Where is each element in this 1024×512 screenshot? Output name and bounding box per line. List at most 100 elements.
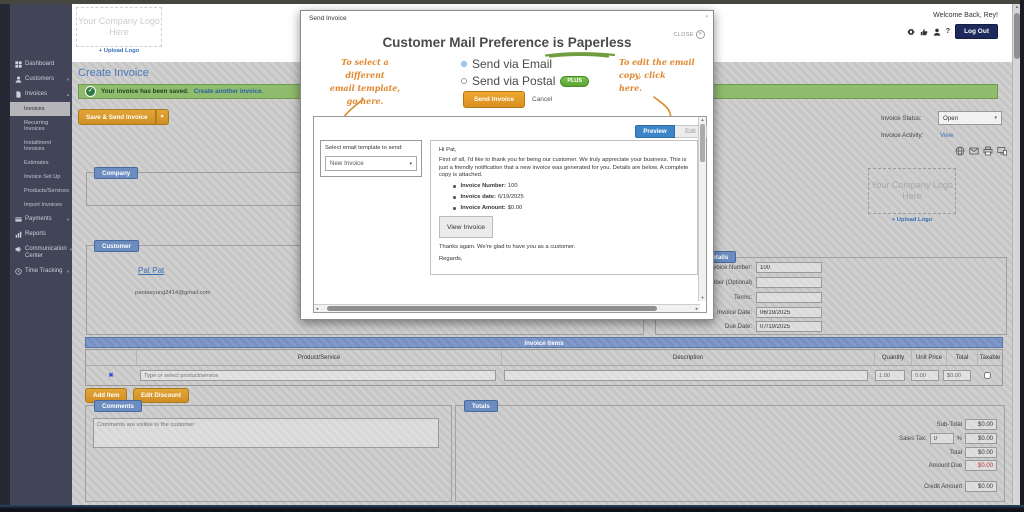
credit-amount-label: Credit Amount (924, 484, 962, 490)
save-send-invoice-label[interactable]: Save & Send Invoice (78, 109, 156, 125)
credit-amount-row: Credit Amount $0.00 (924, 481, 997, 492)
terms-input[interactable] (756, 292, 822, 303)
panel-horizontal-scrollbar[interactable]: ◄ ► (314, 304, 700, 312)
invoice-date-input[interactable] (756, 307, 822, 318)
cancel-link[interactable]: Cancel (532, 96, 552, 103)
logout-button[interactable]: Log Out (955, 24, 998, 39)
submenu-item-installment-invoices[interactable]: Installment Invoices (10, 136, 72, 156)
invoice-action-icons (955, 146, 1007, 156)
modal-resize-icon[interactable]: ▾ (705, 14, 708, 20)
send-via-email-label: Send via Email (472, 57, 552, 71)
email-icon[interactable] (969, 146, 979, 156)
invoice-upload-logo-link[interactable]: + Upload Logo (868, 217, 956, 223)
sales-tax-input[interactable] (930, 433, 954, 444)
chevron-down-icon: ▾ (67, 76, 69, 83)
product-service-input[interactable] (140, 370, 496, 381)
email-bullets: Invoice Number:100 Invoice date:6/19/202… (453, 181, 524, 214)
customer-section-tab: Customer (94, 240, 139, 252)
chevron-down-icon: ▾ (409, 161, 412, 167)
send-invoice-button[interactable]: Send Invoice (463, 91, 525, 108)
view-invoice-button[interactable]: View Invoice (439, 216, 493, 238)
submenu-item-invoice-set-up[interactable]: Invoice Set Up (10, 170, 72, 184)
annotation-right: To edit the email copy, click here. (619, 56, 699, 95)
sidebar-item-time-tracking[interactable]: Time Tracking ▾ (10, 264, 72, 279)
card-icon (15, 216, 22, 223)
total-label: Total (949, 450, 962, 456)
submenu-item-recurring-invoices[interactable]: Recurring Invoices (10, 116, 72, 136)
taxable-checkbox[interactable] (984, 372, 991, 379)
gear-icon[interactable] (907, 28, 915, 36)
credit-amount-value: $0.00 (965, 481, 997, 492)
send-via-email-option[interactable]: Send via Email (461, 57, 589, 71)
person-icon[interactable] (933, 28, 941, 36)
template-select-label: Select email template to send: (325, 145, 403, 151)
sidebar-item-payments[interactable]: Payments ▾ (10, 212, 72, 227)
upload-logo-link[interactable]: + Upload Logo (76, 48, 162, 54)
submenu-item-products-services[interactable]: Products/Services (10, 184, 72, 198)
invoice-activity-label: Invoice Activity: (881, 132, 923, 139)
chevron-down-icon: ▾ (67, 216, 69, 223)
quantity-input[interactable] (875, 370, 905, 381)
bullet-icon (453, 196, 456, 199)
preview-button[interactable]: Preview (635, 125, 675, 138)
person-icon (15, 76, 22, 83)
template-select-box: Select email template to send: New Invoi… (320, 140, 422, 177)
printer-icon[interactable] (983, 146, 993, 156)
save-send-caret-icon[interactable]: ▼ (156, 109, 169, 125)
window-right-edge (1020, 0, 1024, 512)
due-date-input[interactable] (756, 321, 822, 332)
company-logo-placeholder: Your Company Logo Here (76, 7, 162, 47)
sales-tax-label: Sales Tax: (899, 436, 927, 442)
thumbs-up-icon[interactable] (920, 28, 928, 36)
unit-price-input[interactable] (911, 370, 939, 381)
chevron-down-icon: ▾ (67, 268, 69, 275)
sidebar-item-reports[interactable]: Reports (10, 227, 72, 242)
comments-textarea[interactable] (93, 418, 439, 448)
sidebar-item-dashboard[interactable]: Dashboard (10, 57, 72, 72)
sidebar-item-label: Dashboard (25, 61, 54, 68)
bar-chart-icon (15, 231, 22, 238)
po-number-input[interactable] (756, 277, 822, 288)
globe-icon[interactable] (955, 146, 965, 156)
delete-row-icon[interactable]: ✖ (108, 372, 113, 379)
customer-name-link[interactable]: Pat Pat (138, 266, 164, 275)
radio-unselected-icon[interactable] (461, 78, 467, 84)
description-input[interactable] (504, 370, 868, 381)
total-row: Total $0.00 (949, 447, 997, 458)
description-column-header: Description (502, 350, 875, 365)
email-body: First of all, I'd like to thank you for … (439, 157, 689, 180)
save-send-invoice-button[interactable]: Save & Send Invoice ▼ (78, 109, 169, 125)
send-via-postal-label: Send via Postal (472, 74, 555, 88)
send-via-postal-option[interactable]: Send via Postal PLUS (461, 74, 589, 88)
invoice-items-table: Product/Service Description Quantity Uni… (85, 349, 1003, 386)
scrollbar-thumb[interactable] (700, 124, 705, 162)
invoice-status-dropdown[interactable]: Open ▾ (938, 111, 1002, 125)
sidebar-item-communication-center[interactable]: Communication Center ▾ (10, 242, 72, 264)
create-another-invoice-link[interactable]: Create another invoice. (194, 88, 264, 95)
total-value: $0.00 (965, 447, 997, 458)
invoice-items-header: Invoice Items (85, 337, 1003, 348)
help-icon[interactable]: ? (946, 28, 950, 35)
invoice-logo-placeholder: Your Company Logo Here (868, 168, 956, 214)
items-table-header-row: Product/Service Description Quantity Uni… (86, 350, 1002, 366)
submenu-item-import-invoices[interactable]: Import Invoices (10, 198, 72, 212)
radio-selected-icon[interactable] (461, 61, 467, 67)
devices-icon[interactable] (997, 146, 1007, 156)
invoice-number-input[interactable] (756, 262, 822, 273)
quantity-column-header: Quantity (875, 350, 912, 365)
subtotal-value: $0.00 (965, 419, 997, 430)
panel-vertical-scrollbar[interactable]: ▲ ▼ (698, 117, 706, 301)
line-total-input[interactable] (943, 370, 971, 381)
customer-email: pantaeyung2414@gmail.com (135, 290, 211, 296)
template-dropdown[interactable]: New Invoice ▾ (325, 156, 417, 171)
sidebar-item-customers[interactable]: Customers ▾ (10, 72, 72, 87)
submenu-item-invoices[interactable]: Invoices (10, 102, 70, 116)
page-title: Create Invoice (78, 67, 149, 79)
invoice-activity-view-link[interactable]: View (940, 132, 953, 139)
email-regards: Regards, (439, 256, 463, 262)
scrollbar-thumb[interactable] (327, 306, 657, 311)
sidebar-item-invoices[interactable]: Invoices ▴ (10, 87, 72, 102)
chevron-up-icon: ▴ (67, 91, 69, 98)
submenu-item-estimates[interactable]: Estimates (10, 156, 72, 170)
chevron-down-icon: ▾ (70, 246, 72, 253)
